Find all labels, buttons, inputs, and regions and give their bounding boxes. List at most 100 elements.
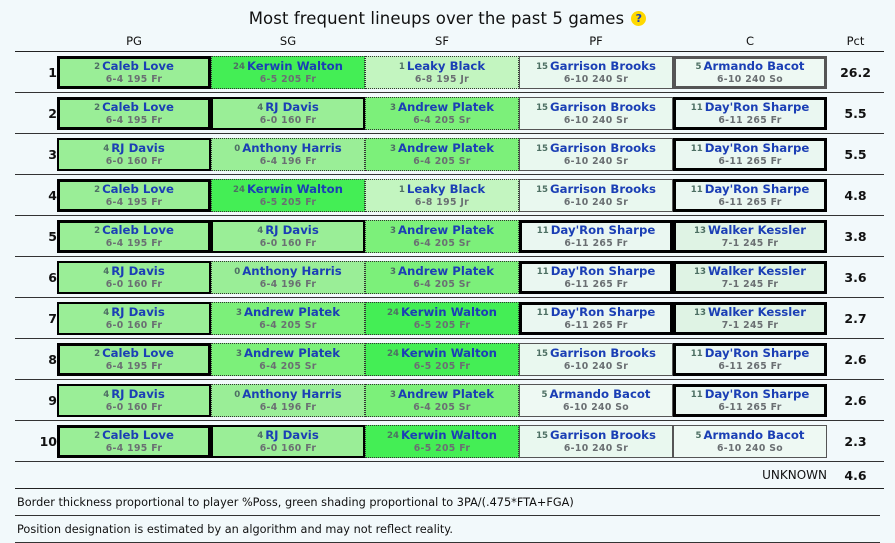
player-card[interactable]: 15 Garrison Brooks 6-10 240 Sr [519,342,673,376]
player-card[interactable]: 2 Caleb Love 6-4 195 Fr [57,96,211,130]
player-card[interactable]: 3 Andrew Platek 6-4 205 Sr [365,260,519,294]
player-card[interactable]: 24 Kerwin Walton 6-5 205 Fr [365,342,519,376]
table-row[interactable]: 3 4 RJ Davis 6-0 160 Fr 0 Anthony Harris 6-4 1… [15,133,884,175]
player-number: 13 [694,225,706,236]
question-mark-icon[interactable]: ? [631,10,647,26]
player-card[interactable]: 11 Day'Ron Sharpe 6-11 265 Fr [673,383,827,417]
player-name-line: 3 Andrew Platek [235,304,341,319]
player-card[interactable]: 13 Walker Kessler 7-1 245 Fr [673,301,827,335]
player-card[interactable]: 15 Garrison Brooks 6-10 240 Sr [519,178,673,212]
player-card[interactable]: 0 Anthony Harris 6-4 196 Fr [211,260,365,294]
player-card[interactable]: 2 Caleb Love 6-4 195 Fr [57,424,211,458]
player-card[interactable]: 4 RJ Davis 6-0 160 Fr [211,219,365,253]
player-number: 2 [94,184,101,195]
player-card[interactable]: 5 Armando Bacot 6-10 240 So [519,383,673,417]
table-row[interactable]: 7 4 RJ Davis 6-0 160 Fr 3 Andrew Platek 6-4 20… [15,297,884,339]
player-card[interactable]: 2 Caleb Love 6-4 195 Fr [57,178,211,212]
player-number: 2 [94,102,101,113]
player-card[interactable]: 3 Andrew Platek 6-4 205 Sr [365,96,519,130]
table-row[interactable]: 1 2 Caleb Love 6-4 195 Fr 24 Kerwin Walton 6-5… [15,51,884,93]
player-card[interactable]: 13 Walker Kessler 7-1 245 Fr [673,219,827,253]
player-card[interactable]: 3 Andrew Platek 6-4 205 Sr [365,383,519,417]
lineup-slot: 2 Caleb Love 6-4 195 Fr [57,215,211,257]
player-card[interactable]: 24 Kerwin Walton 6-5 205 Fr [365,301,519,335]
player-card[interactable]: 15 Garrison Brooks 6-10 240 Sr [519,424,673,458]
table-row[interactable]: 2 2 Caleb Love 6-4 195 Fr 4 RJ Davis 6-0 160 F… [15,92,884,134]
player-number: 24 [386,430,399,441]
player-card[interactable]: 5 Armando Bacot 6-10 240 So [673,55,827,89]
player-card[interactable]: 2 Caleb Love 6-4 195 Fr [57,342,211,376]
player-number: 2 [94,61,101,72]
player-number: 0 [234,143,241,154]
lineup-slot: 2 Caleb Love 6-4 195 Fr [57,51,211,93]
lineup-slot: 15 Garrison Brooks 6-10 240 Sr [519,51,673,93]
player-card[interactable]: 2 Caleb Love 6-4 195 Fr [57,219,211,253]
table-row[interactable]: 4 2 Caleb Love 6-4 195 Fr 24 Kerwin Walton 6-5… [15,174,884,216]
player-number: 11 [690,348,703,359]
player-card[interactable]: 0 Anthony Harris 6-4 196 Fr [211,137,365,171]
player-name-line: 13 Walker Kessler [694,222,806,237]
row-rank: 7 [15,297,57,339]
player-card[interactable]: 4 RJ Davis 6-0 160 Fr [57,383,211,417]
row-rank: 9 [15,379,57,421]
player-number: 3 [235,307,242,318]
player-card[interactable]: 15 Garrison Brooks 6-10 240 Sr [519,96,673,130]
player-meta: 6-8 195 Jr [414,196,470,208]
player-card[interactable]: 2 Caleb Love 6-4 195 Fr [57,55,211,89]
player-card[interactable]: 5 Armando Bacot 6-10 240 So [673,424,827,458]
player-card[interactable]: 11 Day'Ron Sharpe 6-11 265 Fr [519,219,673,253]
player-card[interactable]: 13 Walker Kessler 7-1 245 Fr [673,260,827,294]
player-card[interactable]: 3 Andrew Platek 6-4 205 Sr [365,137,519,171]
player-name-line: 0 Anthony Harris [234,140,342,155]
header-pf: PF [519,30,673,52]
player-number: 3 [389,225,396,236]
lineup-slot: 11 Day'Ron Sharpe 6-11 265 Fr [519,256,673,298]
player-card[interactable]: 3 Andrew Platek 6-4 205 Sr [211,301,365,335]
player-card[interactable]: 24 Kerwin Walton 6-5 205 Fr [211,55,365,89]
table-row[interactable]: 8 2 Caleb Love 6-4 195 Fr 3 Andrew Platek 6-4 … [15,338,884,380]
table-row[interactable]: 10 2 Caleb Love 6-4 195 Fr 4 RJ Davis 6-0 160 … [15,420,884,462]
player-card[interactable]: 11 Day'Ron Sharpe 6-11 265 Fr [673,137,827,171]
player-card[interactable]: 24 Kerwin Walton 6-5 205 Fr [365,424,519,458]
player-card[interactable]: 15 Garrison Brooks 6-10 240 Sr [519,55,673,89]
player-name-line: 15 Garrison Brooks [536,140,656,155]
player-name-line: 11 Day'Ron Sharpe [536,222,656,237]
player-name-line: 11 Day'Ron Sharpe [690,345,810,360]
player-card[interactable]: 1 Leaky Black 6-8 195 Jr [365,178,519,212]
player-card[interactable]: 3 Andrew Platek 6-4 205 Sr [211,342,365,376]
player-number: 15 [536,143,549,154]
row-rank: 2 [15,92,57,134]
header-c: C [673,30,827,52]
lineup-slot: 11 Day'Ron Sharpe 6-11 265 Fr [673,174,827,216]
player-card[interactable]: 4 RJ Davis 6-0 160 Fr [57,301,211,335]
table-row[interactable]: 9 4 RJ Davis 6-0 160 Fr 0 Anthony Harris 6-4 1… [15,379,884,421]
player-card[interactable]: 4 RJ Davis 6-0 160 Fr [57,260,211,294]
table-row[interactable]: 5 2 Caleb Love 6-4 195 Fr 4 RJ Davis 6-0 160 F… [15,215,884,257]
player-card[interactable]: 4 RJ Davis 6-0 160 Fr [211,96,365,130]
lineup-slot: 13 Walker Kessler 7-1 245 Fr [673,297,827,339]
player-card[interactable]: 11 Day'Ron Sharpe 6-11 265 Fr [519,260,673,294]
player-name-line: 15 Garrison Brooks [536,99,656,114]
table-row[interactable]: 6 4 RJ Davis 6-0 160 Fr 0 Anthony Harris 6-4 1… [15,256,884,298]
player-card[interactable]: 15 Garrison Brooks 6-10 240 Sr [519,137,673,171]
player-name-line: 1 Leaky Black [398,181,486,196]
player-card[interactable]: 24 Kerwin Walton 6-5 205 Fr [211,178,365,212]
player-name-line: 11 Day'Ron Sharpe [690,140,810,155]
player-card[interactable]: 0 Anthony Harris 6-4 196 Fr [211,383,365,417]
player-number: 15 [536,348,549,359]
player-card[interactable]: 11 Day'Ron Sharpe 6-11 265 Fr [673,178,827,212]
player-card[interactable]: 1 Leaky Black 6-8 195 Jr [365,55,519,89]
player-card[interactable]: 3 Andrew Platek 6-4 205 Sr [365,219,519,253]
player-card[interactable]: 11 Day'Ron Sharpe 6-11 265 Fr [519,301,673,335]
player-meta: 6-4 205 Sr [413,401,471,413]
player-number: 2 [94,430,101,441]
player-name-line: 11 Day'Ron Sharpe [690,181,810,196]
header-pct: Pct [827,30,884,52]
player-card[interactable]: 4 RJ Davis 6-0 160 Fr [57,137,211,171]
row-pct: 3.6 [827,256,884,298]
row-pct: 2.6 [827,338,884,380]
player-card[interactable]: 11 Day'Ron Sharpe 6-11 265 Fr [673,96,827,130]
lineup-slot: 24 Kerwin Walton 6-5 205 Fr [211,51,365,93]
player-card[interactable]: 4 RJ Davis 6-0 160 Fr [211,424,365,458]
player-card[interactable]: 11 Day'Ron Sharpe 6-11 265 Fr [673,342,827,376]
